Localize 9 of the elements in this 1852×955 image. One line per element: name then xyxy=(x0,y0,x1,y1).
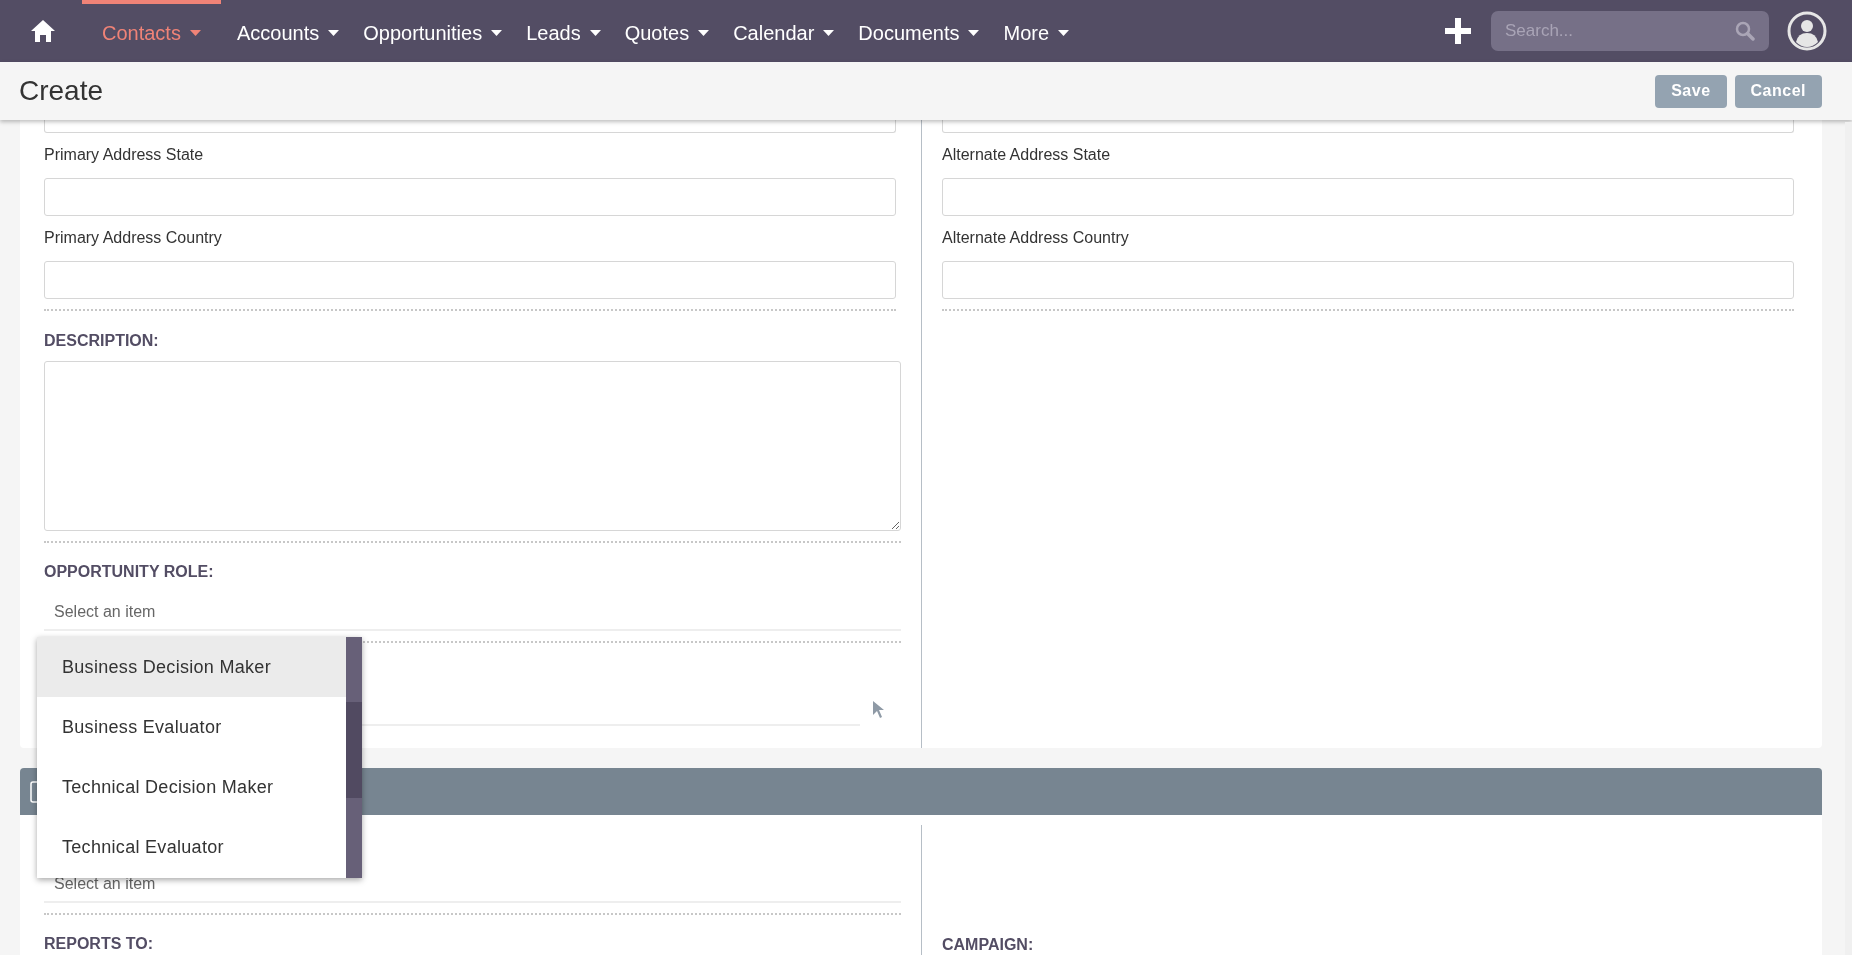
field-label: Primary Address Country xyxy=(44,228,223,248)
field-label: REPORTS TO: xyxy=(44,934,155,954)
field-label: DESCRIPTION: xyxy=(44,331,160,351)
field-label: OPPORTUNITY ROLE: xyxy=(44,562,215,582)
field-label: Alternate Address State xyxy=(942,145,1112,165)
page-title: Create xyxy=(19,74,104,108)
field-label: Alternate Address Country xyxy=(942,228,1130,248)
field-label: Primary Address State xyxy=(44,145,205,165)
field-label: CAMPAIGN: xyxy=(942,935,1035,955)
